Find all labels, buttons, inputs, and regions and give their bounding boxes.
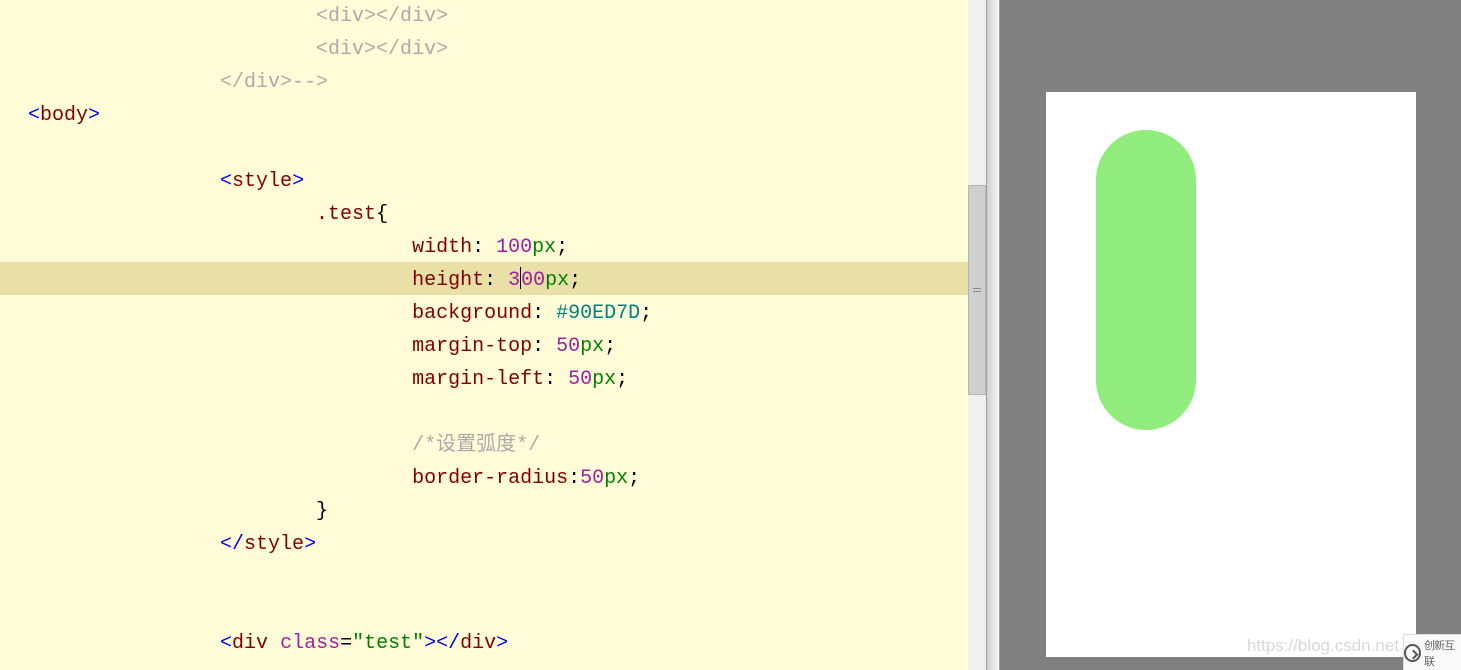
code-line[interactable]: </style> <box>28 528 986 561</box>
code-line[interactable]: margin-top: 50px; <box>28 330 986 363</box>
code-line[interactable] <box>28 561 986 594</box>
code-line[interactable]: height: 300px; <box>28 264 986 297</box>
code-line[interactable]: } <box>28 495 986 528</box>
code-line[interactable]: <style> <box>28 165 986 198</box>
code-line[interactable]: <div class="test"></div> <box>28 627 986 660</box>
rendered-test-div <box>1096 130 1196 430</box>
code-line[interactable]: <div></div> <box>28 33 986 66</box>
code-line[interactable]: width: 100px; <box>28 231 986 264</box>
preview-pane: https://blog.csdn.net 创新互联 <box>1000 0 1461 670</box>
code-line[interactable] <box>28 396 986 429</box>
pane-divider[interactable] <box>986 0 1000 670</box>
code-content[interactable]: <div></div> <div></div> </div>--><body> … <box>0 0 986 660</box>
code-line[interactable]: .test{ <box>28 198 986 231</box>
code-line[interactable]: <div></div> <box>28 0 986 33</box>
preview-page <box>1046 92 1416 657</box>
code-line[interactable]: border-radius:50px; <box>28 462 986 495</box>
code-line[interactable]: /*设置弧度*/ <box>28 429 986 462</box>
watermark-text: https://blog.csdn.net <box>1247 636 1399 656</box>
code-line[interactable]: </div>--> <box>28 66 986 99</box>
logo-text: 创新互联 <box>1424 637 1461 669</box>
code-line[interactable] <box>28 132 986 165</box>
code-line[interactable] <box>28 594 986 627</box>
footer-logo: 创新互联 <box>1403 634 1461 670</box>
code-line[interactable]: margin-left: 50px; <box>28 363 986 396</box>
code-line[interactable]: <body> <box>28 99 986 132</box>
code-line[interactable]: background: #90ED7D; <box>28 297 986 330</box>
code-editor-pane[interactable]: <div></div> <div></div> </div>--><body> … <box>0 0 986 670</box>
logo-icon <box>1404 644 1421 662</box>
